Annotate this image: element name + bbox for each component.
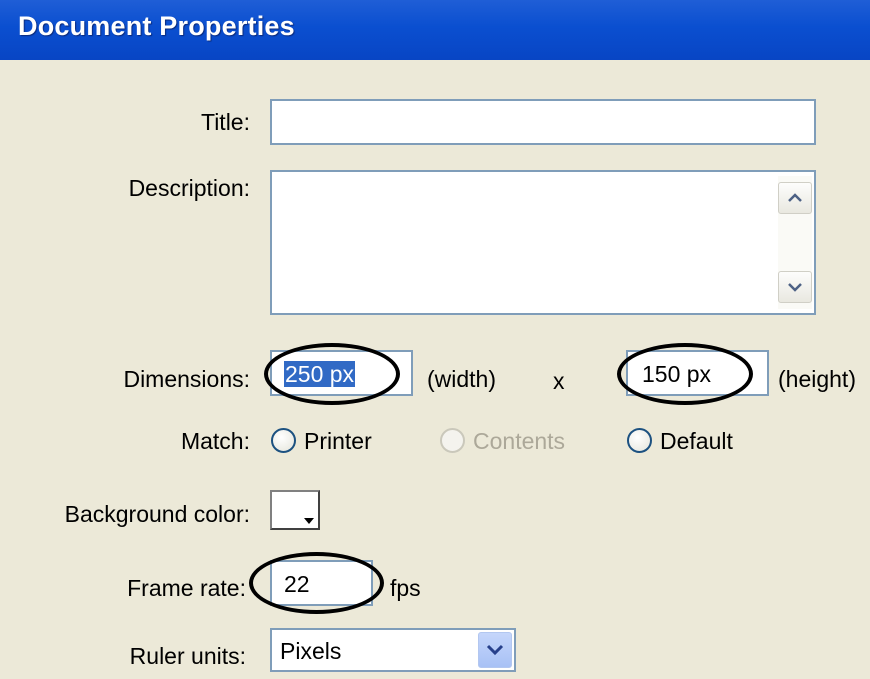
chevron-down-icon: [788, 283, 802, 292]
title-label: Title:: [201, 109, 250, 135]
window-title: Document Properties: [18, 11, 295, 41]
match-contents-label: Contents: [473, 428, 566, 454]
description-scrollbar[interactable]: [778, 176, 812, 309]
height-value: 150 px: [642, 361, 712, 387]
title-input[interactable]: [270, 99, 816, 145]
frame-rate-label: Frame rate:: [127, 575, 246, 601]
scroll-down-button[interactable]: [778, 271, 812, 303]
frame-rate-unit: fps: [390, 575, 421, 601]
background-color-label: Background color:: [64, 501, 250, 527]
match-printer-radio[interactable]: [271, 428, 296, 453]
background-color-picker[interactable]: [270, 490, 320, 530]
chevron-down-icon: [486, 644, 504, 656]
scroll-up-button[interactable]: [778, 182, 812, 214]
width-input[interactable]: 250 px: [270, 350, 413, 396]
title-bar[interactable]: Document Properties: [0, 0, 870, 60]
match-printer-label[interactable]: Printer: [304, 428, 372, 455]
description-label: Description:: [128, 175, 250, 201]
ruler-units-dropdown-button[interactable]: [478, 632, 512, 668]
match-label: Match:: [180, 428, 250, 454]
ruler-units-select[interactable]: Pixels: [270, 628, 516, 672]
width-suffix: (width): [427, 366, 497, 392]
ruler-units-value: Pixels: [280, 638, 342, 664]
ruler-units-label: Ruler units:: [129, 643, 246, 669]
match-default-radio[interactable]: [627, 428, 652, 453]
match-contents-radio: [440, 428, 465, 453]
chevron-up-icon: [788, 193, 802, 202]
dimension-times: x: [553, 368, 565, 394]
height-input[interactable]: 150 px: [626, 350, 769, 396]
dimensions-label: Dimensions:: [123, 366, 250, 392]
dropdown-arrow-icon: [304, 518, 314, 524]
width-value: 250 px: [284, 361, 356, 387]
match-default-label[interactable]: Default: [660, 428, 733, 455]
height-suffix: (height): [778, 366, 856, 392]
frame-rate-input[interactable]: 22: [270, 560, 373, 606]
description-textarea[interactable]: [270, 170, 816, 315]
frame-rate-value: 22: [284, 571, 310, 597]
